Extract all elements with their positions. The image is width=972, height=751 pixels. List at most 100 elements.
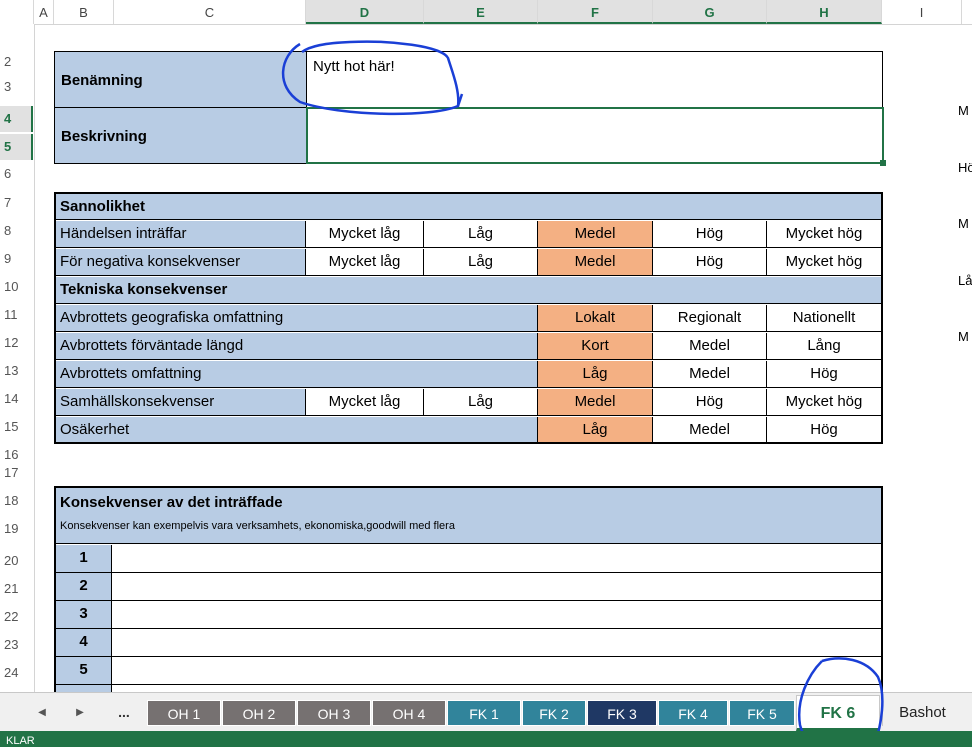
konsekvenser-header: Konsekvenser av det inträffade xyxy=(56,488,881,518)
row-label: Avbrottets förväntade längd xyxy=(56,333,538,360)
value-cell[interactable]: Hög xyxy=(767,417,881,442)
row-header-bar: 2 3 4 5 6 7 8 9 10 11 12 13 14 15 16 17 … xyxy=(0,24,35,692)
value-cell-selected[interactable]: Låg xyxy=(538,417,653,442)
tekniska-header: Tekniska konsekvenser xyxy=(56,277,881,304)
value-cell-selected[interactable]: Kort xyxy=(538,333,653,360)
konsekvens-input[interactable] xyxy=(112,657,881,685)
value-cell[interactable]: Regionalt xyxy=(653,305,767,332)
clipped-label: M xyxy=(958,103,969,118)
row-number[interactable]: 22 xyxy=(0,609,33,624)
tab-more-button[interactable]: ... xyxy=(110,701,138,723)
row-number[interactable]: 23 xyxy=(0,637,33,652)
tab-oh4[interactable]: OH 4 xyxy=(372,700,446,726)
value-cell[interactable]: Låg xyxy=(424,221,538,248)
tab-fk3[interactable]: FK 3 xyxy=(587,700,657,726)
tab-scroll-left-icon[interactable]: ◀ xyxy=(32,703,52,723)
konsekvens-number: 1 xyxy=(56,545,112,573)
value-cell[interactable]: Hög xyxy=(653,389,767,416)
column-header-g[interactable]: G xyxy=(653,0,767,24)
value-cell[interactable]: Hög xyxy=(653,249,767,276)
tab-oh2[interactable]: OH 2 xyxy=(222,700,296,726)
row-number[interactable]: 9 xyxy=(0,251,33,266)
column-header-a[interactable]: A xyxy=(34,0,54,24)
row-label: Avbrottets geografiska omfattning xyxy=(56,305,538,332)
value-cell[interactable]: Mycket låg xyxy=(306,249,424,276)
tab-fk2[interactable]: FK 2 xyxy=(522,700,586,726)
row-number[interactable]: 3 xyxy=(0,79,33,99)
tab-fk4[interactable]: FK 4 xyxy=(658,700,728,726)
konsekvens-input[interactable] xyxy=(112,545,881,573)
row-number[interactable]: 7 xyxy=(0,195,33,210)
tab-oh1[interactable]: OH 1 xyxy=(147,700,221,726)
value-cell[interactable]: Mycket låg xyxy=(306,389,424,416)
column-header-c[interactable]: C xyxy=(114,0,306,24)
annotation-circle-hot xyxy=(281,40,464,116)
row-number[interactable]: 10 xyxy=(0,279,33,294)
value-cell-selected[interactable]: Lokalt xyxy=(538,305,653,332)
row-number[interactable]: 20 xyxy=(0,553,33,568)
row-number[interactable]: 18 xyxy=(0,493,33,508)
row-number[interactable]: 12 xyxy=(0,335,33,350)
konsekvens-number: 5 xyxy=(56,657,112,685)
value-cell[interactable]: Mycket hög xyxy=(767,249,881,276)
sannolikhet-header: Sannolikhet xyxy=(56,194,881,220)
row-number[interactable]: 21 xyxy=(0,581,33,596)
row-number[interactable]: 16 xyxy=(0,447,33,462)
row-number[interactable]: 15 xyxy=(0,419,33,434)
value-cell[interactable]: Låg xyxy=(424,389,538,416)
value-cell[interactable]: Mycket hög xyxy=(767,221,881,248)
konsekvens-input[interactable] xyxy=(112,601,881,629)
value-cell-selected[interactable]: Medel xyxy=(538,249,653,276)
value-cell[interactable]: Låg xyxy=(424,249,538,276)
row-number[interactable]: 13 xyxy=(0,363,33,378)
konsekvens-number: 4 xyxy=(56,629,112,657)
tab-oh3[interactable]: OH 3 xyxy=(297,700,371,726)
column-header-f[interactable]: F xyxy=(538,0,653,24)
tab-scroll-right-icon[interactable]: ▶ xyxy=(70,703,90,723)
column-header-e[interactable]: E xyxy=(424,0,538,24)
tab-bashot[interactable]: Bashot xyxy=(882,700,962,726)
konsekvens-number: 3 xyxy=(56,601,112,629)
value-cell[interactable]: Mycket låg xyxy=(306,221,424,248)
value-cell-selected[interactable]: Medel xyxy=(538,221,653,248)
status-bar: KLAR xyxy=(0,731,972,747)
konsekvenser-subheader: Konsekvenser kan exempelvis vara verksam… xyxy=(56,516,881,544)
value-cell[interactable]: Mycket hög xyxy=(767,389,881,416)
fill-handle[interactable] xyxy=(880,160,886,166)
value-cell[interactable]: Hög xyxy=(767,361,881,388)
row-number[interactable]: 2 xyxy=(0,54,33,74)
row-label: För negativa konsekvenser xyxy=(56,249,306,276)
value-cell[interactable]: Medel xyxy=(653,333,767,360)
row-number[interactable]: 17 xyxy=(0,465,33,480)
clipped-label: Lå xyxy=(958,273,972,288)
row-label: Avbrottets omfattning xyxy=(56,361,538,388)
konsekvens-input[interactable] xyxy=(112,573,881,601)
row-number[interactable]: 19 xyxy=(0,521,33,536)
select-all-corner[interactable] xyxy=(0,0,34,24)
row-number[interactable]: 11 xyxy=(0,307,33,322)
row-label: Samhällskonsekvenser xyxy=(56,389,306,416)
row-number[interactable]: 6 xyxy=(0,166,33,181)
clipped-label: M xyxy=(958,329,969,344)
column-header-h[interactable]: H xyxy=(767,0,882,24)
row-number[interactable]: 8 xyxy=(0,223,33,238)
row-label: Osäkerhet xyxy=(56,417,538,442)
value-cell[interactable]: Hög xyxy=(653,221,767,248)
value-cell[interactable]: Medel xyxy=(653,417,767,442)
tab-fk1[interactable]: FK 1 xyxy=(447,700,521,726)
value-cell[interactable]: Lång xyxy=(767,333,881,360)
column-header-i[interactable]: I xyxy=(882,0,962,24)
value-cell-selected[interactable]: Medel xyxy=(538,389,653,416)
konsekvens-input[interactable] xyxy=(112,629,881,657)
value-cell-selected[interactable]: Låg xyxy=(538,361,653,388)
row-number[interactable]: 5 xyxy=(0,134,33,160)
column-header-b[interactable]: B xyxy=(54,0,114,24)
value-cell[interactable]: Medel xyxy=(653,361,767,388)
value-cell[interactable]: Nationellt xyxy=(767,305,881,332)
row-number[interactable]: 24 xyxy=(0,665,33,680)
row-number[interactable]: 14 xyxy=(0,391,33,406)
row-number[interactable]: 4 xyxy=(0,106,33,132)
column-header-d[interactable]: D xyxy=(306,0,424,24)
clipped-label: Hö xyxy=(958,160,972,175)
row-label: Händelsen inträffar xyxy=(56,221,306,248)
